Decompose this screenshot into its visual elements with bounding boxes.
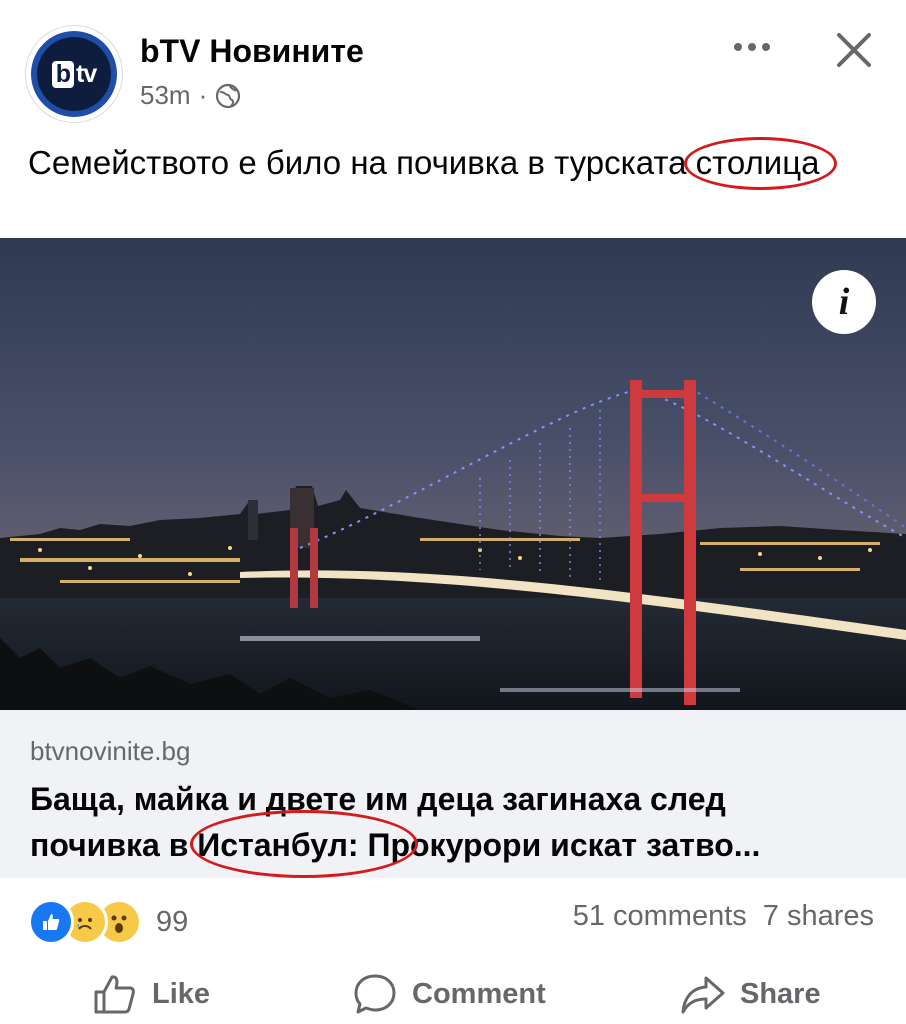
- post-stats: 51 comments 7 shares: [557, 900, 874, 933]
- meta-separator: ·: [198, 80, 208, 110]
- reactions-summary[interactable]: 99: [28, 898, 188, 946]
- caption-text: Семейството е било на почивка в турската: [28, 144, 696, 181]
- night-bridge-photo: [0, 238, 906, 710]
- page-name[interactable]: bTV Новините: [140, 33, 364, 70]
- like-reaction-icon: [28, 899, 74, 945]
- link-preview-card[interactable]: btvnovinite.bg Баща, майка и двете им де…: [0, 710, 906, 878]
- close-icon[interactable]: [834, 30, 874, 70]
- post-time[interactable]: 53m: [140, 80, 191, 111]
- like-button[interactable]: Like: [92, 970, 210, 1018]
- shares-count[interactable]: 7 shares: [763, 900, 874, 932]
- link-title[interactable]: Баща, майка и двете им деца загинаха сле…: [30, 776, 880, 868]
- link-domain: btvnovinite.bg: [30, 736, 191, 766]
- comment-label: Comment: [412, 977, 546, 1010]
- reaction-count: 99: [156, 905, 189, 938]
- like-label: Like: [152, 977, 211, 1010]
- page-avatar[interactable]: b tv: [26, 26, 122, 122]
- comments-count[interactable]: 51 comments: [573, 900, 747, 932]
- share-arrow-icon: [681, 976, 725, 1014]
- thumbs-up-icon: [94, 975, 135, 1014]
- btv-logo: b tv: [31, 31, 117, 117]
- comment-bubble-icon: [354, 974, 396, 1014]
- post-header: b tv bTV Новините 53m ·: [0, 0, 906, 130]
- info-button[interactable]: i: [812, 270, 876, 334]
- post-caption: Семейството е било на почивка в турската…: [28, 137, 888, 190]
- action-bar: Like Comment Share: [0, 960, 906, 1024]
- globe-icon: [216, 83, 241, 108]
- post-photo-bosphorus-bridge[interactable]: [0, 238, 906, 710]
- share-label: Share: [740, 977, 821, 1010]
- comment-button[interactable]: Comment: [352, 970, 546, 1018]
- share-button[interactable]: Share: [680, 970, 821, 1018]
- more-options-icon[interactable]: [730, 34, 774, 60]
- caption-highlighted-word: столица: [683, 137, 838, 190]
- post-meta: 53m ·: [140, 80, 241, 111]
